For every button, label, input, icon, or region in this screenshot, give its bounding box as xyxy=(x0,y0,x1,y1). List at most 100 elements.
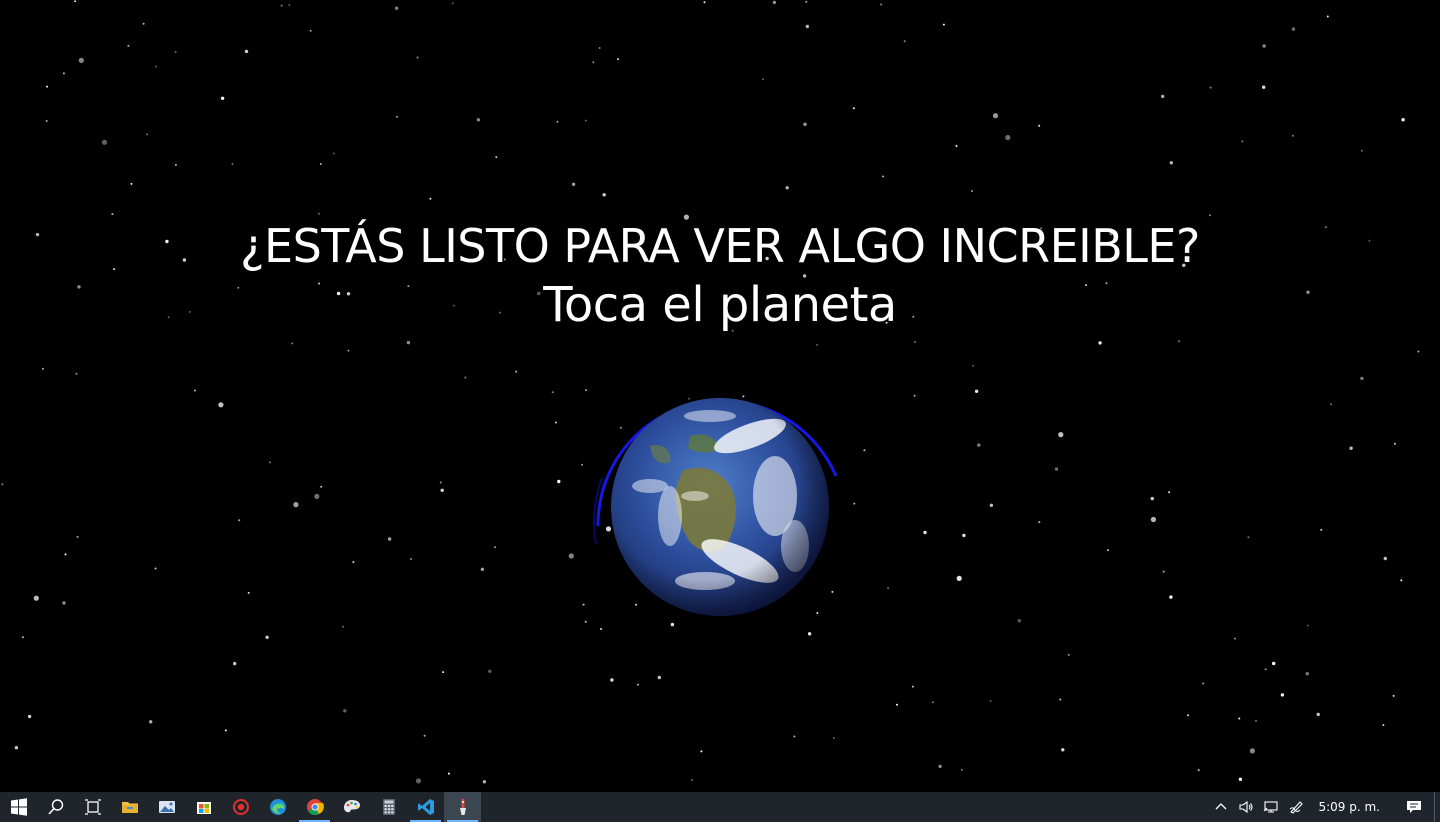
photos-app-taskbar-button[interactable] xyxy=(148,792,185,822)
edge-browser-taskbar-button[interactable] xyxy=(259,792,296,822)
desktop-screen: ¿ESTÁS LISTO PARA VER ALGO INCREIBLE? To… xyxy=(0,0,1440,822)
star xyxy=(416,56,419,59)
star xyxy=(832,737,835,740)
star xyxy=(154,567,157,570)
star xyxy=(1272,661,1276,666)
star xyxy=(317,212,320,215)
star xyxy=(33,595,39,601)
star xyxy=(1320,528,1323,531)
paint-app-taskbar-button[interactable] xyxy=(333,792,370,822)
star xyxy=(1394,442,1396,445)
star xyxy=(923,530,927,535)
star xyxy=(882,175,885,178)
star xyxy=(1241,140,1244,143)
star xyxy=(911,685,914,688)
star xyxy=(600,628,602,630)
file-explorer-taskbar-button[interactable] xyxy=(111,792,148,822)
star xyxy=(101,139,108,145)
calculator-icon xyxy=(380,798,398,816)
star xyxy=(146,133,148,136)
star xyxy=(785,186,789,190)
star xyxy=(244,49,249,54)
star xyxy=(1038,124,1041,127)
star xyxy=(1098,341,1102,345)
star xyxy=(1382,724,1385,726)
star xyxy=(972,364,975,367)
star xyxy=(194,389,196,392)
star xyxy=(218,402,224,408)
star xyxy=(1209,86,1212,89)
star xyxy=(551,391,554,394)
star xyxy=(585,389,588,392)
star xyxy=(14,746,19,750)
tool-app-taskbar-button[interactable] xyxy=(444,792,481,822)
star xyxy=(1202,682,1205,685)
star xyxy=(989,700,992,702)
star xyxy=(1209,214,1211,217)
star xyxy=(442,671,445,674)
task-view-taskbar-button[interactable] xyxy=(74,792,111,822)
star xyxy=(423,734,426,737)
star xyxy=(584,620,587,623)
star xyxy=(1291,134,1294,137)
star xyxy=(447,772,450,775)
tool-app-icon xyxy=(454,798,472,816)
star xyxy=(592,61,595,64)
star xyxy=(617,58,619,61)
star xyxy=(1161,94,1165,99)
star xyxy=(342,625,344,628)
star xyxy=(1058,432,1064,438)
star xyxy=(1061,748,1065,752)
star xyxy=(1392,694,1395,697)
star xyxy=(956,575,962,582)
star xyxy=(992,113,999,119)
network-icon[interactable] xyxy=(1258,792,1283,822)
star xyxy=(238,519,241,522)
chrome-browser-icon xyxy=(306,798,324,816)
star xyxy=(347,349,350,352)
star xyxy=(960,768,963,771)
star xyxy=(482,780,487,784)
star xyxy=(269,461,271,464)
red-circle-app-taskbar-button[interactable] xyxy=(222,792,259,822)
star xyxy=(1417,350,1420,353)
star xyxy=(480,567,485,571)
windows-start-taskbar-button[interactable] xyxy=(0,792,37,822)
star xyxy=(142,22,145,25)
calculator-taskbar-button[interactable] xyxy=(370,792,407,822)
star xyxy=(805,24,809,29)
file-explorer-icon xyxy=(121,798,139,816)
intro-subtitle: Toca el planeta xyxy=(543,277,897,333)
star xyxy=(495,156,498,159)
volume-icon[interactable] xyxy=(1233,792,1258,822)
star xyxy=(852,107,855,110)
star xyxy=(27,714,32,719)
star xyxy=(319,163,322,165)
show-desktop-button[interactable] xyxy=(1434,792,1440,822)
earth-planet-button[interactable] xyxy=(590,376,840,626)
microsoft-store-taskbar-button[interactable] xyxy=(185,792,222,822)
vscode-taskbar-button[interactable] xyxy=(407,792,444,822)
star xyxy=(554,421,557,424)
pen-workspace-icon[interactable] xyxy=(1283,792,1308,822)
star xyxy=(410,558,412,560)
search-icon xyxy=(47,798,65,816)
star xyxy=(1238,717,1241,720)
star xyxy=(700,750,703,753)
star xyxy=(130,182,133,185)
star xyxy=(1291,27,1296,31)
star xyxy=(233,661,237,666)
star xyxy=(1249,748,1255,754)
star xyxy=(488,669,492,673)
taskbar-clock[interactable]: 5:09 p. m. xyxy=(1308,800,1394,814)
chevron-up-icon[interactable] xyxy=(1208,792,1233,822)
star xyxy=(149,720,153,724)
task-view-icon xyxy=(84,798,102,816)
chrome-browser-taskbar-button[interactable] xyxy=(296,792,333,822)
action-center-icon[interactable] xyxy=(1394,792,1434,822)
star xyxy=(451,2,454,5)
star xyxy=(309,29,312,32)
search-taskbar-button[interactable] xyxy=(37,792,74,822)
star xyxy=(610,678,614,682)
star xyxy=(41,367,44,370)
